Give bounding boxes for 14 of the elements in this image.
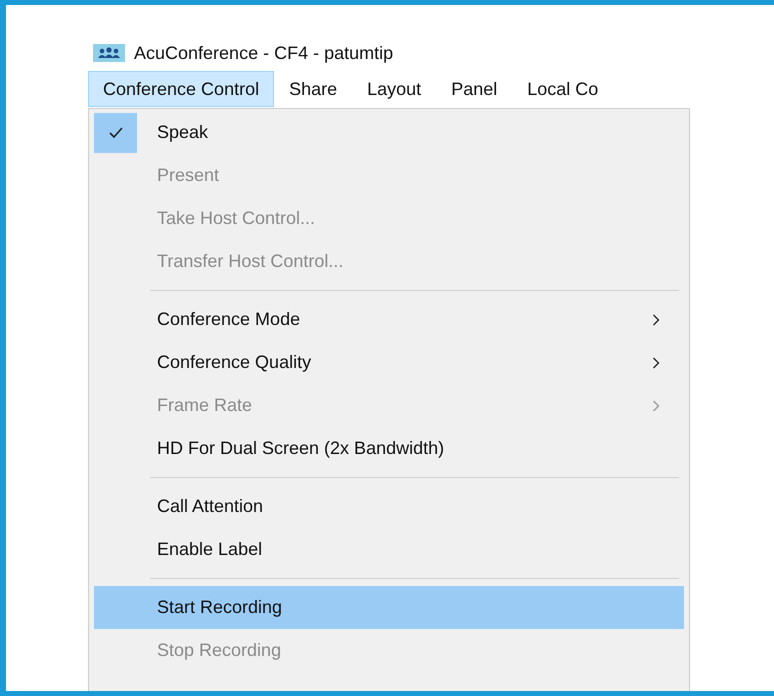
menu-item[interactable]: Conference Quality [94,341,684,384]
menu-bar-item[interactable]: Local Co [512,71,614,107]
menu-bar-item[interactable]: Conference Control [88,71,274,107]
window-title: AcuConference - CF4 - patumtip [134,42,394,64]
menu-item[interactable]: HD For Dual Screen (2x Bandwidth) [94,427,684,470]
menu-bar-item[interactable]: Layout [352,71,436,107]
menu-item[interactable]: Speak [94,111,684,154]
menu-item[interactable]: Start Recording [94,586,684,629]
menu-bar-item[interactable]: Share [274,71,352,107]
people-icon [93,44,125,62]
menu-item[interactable]: Conference Mode [94,298,684,341]
menu-item[interactable]: Call Attention [94,485,684,528]
menu-bar-item[interactable]: Panel [436,71,512,107]
menu-item[interactable]: Enable Label [94,528,684,571]
